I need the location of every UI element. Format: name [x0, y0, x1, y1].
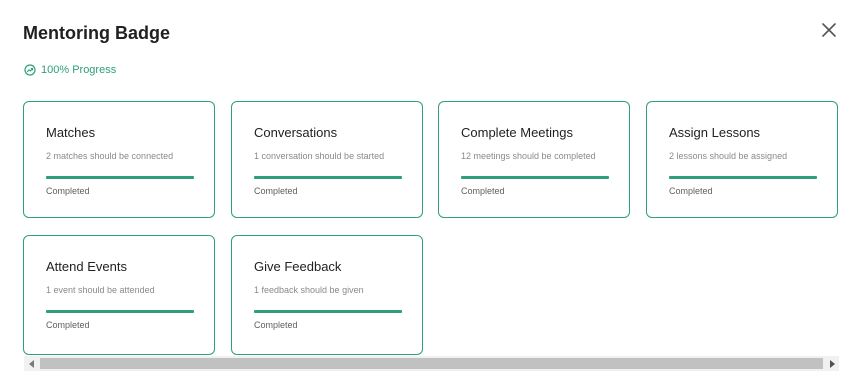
progress-label: 100% Progress [41, 64, 117, 76]
badge-card-attend-events[interactable]: Attend Events 1 event should be attended… [23, 235, 215, 355]
triangle-left-icon [28, 359, 34, 368]
overall-progress: 100% Progress [24, 64, 116, 76]
badge-card-assign-lessons[interactable]: Assign Lessons 2 lessons should be assig… [646, 101, 838, 218]
card-progress-bar [46, 310, 194, 313]
scroll-left-button[interactable] [24, 356, 39, 371]
card-status: Completed [254, 320, 298, 330]
card-progress-bar [669, 176, 817, 179]
card-description: 1 feedback should be given [254, 285, 364, 295]
card-title: Assign Lessons [669, 125, 761, 140]
card-progress-bar [461, 176, 609, 179]
card-title: Complete Meetings [461, 125, 573, 140]
card-title: Matches [46, 125, 96, 140]
close-button[interactable] [816, 17, 842, 43]
badge-card-conversations[interactable]: Conversations 1 conversation should be s… [231, 101, 423, 218]
card-title: Attend Events [46, 259, 127, 274]
card-description: 1 event should be attended [46, 285, 155, 295]
trend-up-circle-icon [24, 64, 36, 76]
card-progress-bar [254, 176, 402, 179]
close-icon [822, 23, 836, 37]
badge-card-matches[interactable]: Matches 2 matches should be connected Co… [23, 101, 215, 218]
badge-card-give-feedback[interactable]: Give Feedback 1 feedback should be given… [231, 235, 423, 355]
card-title: Give Feedback [254, 259, 342, 274]
card-title: Conversations [254, 125, 338, 140]
card-progress-bar [254, 310, 402, 313]
card-status: Completed [461, 186, 505, 196]
scrollbar-thumb[interactable] [40, 358, 823, 369]
card-description: 2 matches should be connected [46, 151, 174, 161]
card-status: Completed [254, 186, 298, 196]
badge-card-complete-meetings[interactable]: Complete Meetings 12 meetings should be … [438, 101, 630, 218]
card-status: Completed [669, 186, 713, 196]
card-description: 12 meetings should be completed [461, 151, 596, 161]
card-description: 2 lessons should be assigned [669, 151, 788, 161]
horizontal-scrollbar[interactable] [24, 356, 839, 371]
card-progress-bar [46, 176, 194, 179]
card-status: Completed [46, 186, 90, 196]
triangle-right-icon [829, 359, 835, 368]
card-description: 1 conversation should be started [254, 151, 385, 161]
scroll-right-button[interactable] [824, 356, 839, 371]
dialog-title: Mentoring Badge [23, 23, 170, 43]
card-status: Completed [46, 320, 90, 330]
